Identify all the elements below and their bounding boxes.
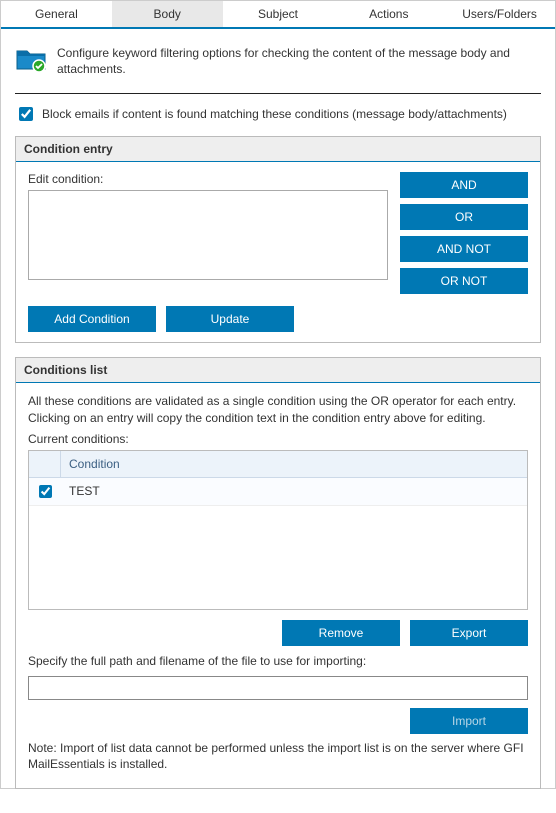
row-checkbox[interactable] xyxy=(39,485,52,498)
tab-general[interactable]: General xyxy=(1,1,112,27)
conditions-table: Condition TEST xyxy=(28,450,528,610)
import-note: Note: Import of list data cannot be perf… xyxy=(28,740,528,772)
block-emails-checkbox[interactable] xyxy=(19,107,33,121)
intro-text: Configure keyword filtering options for … xyxy=(57,45,541,77)
tab-bar: General Body Subject Actions Users/Folde… xyxy=(1,1,555,29)
conditions-list-panel: Conditions list All these conditions are… xyxy=(15,357,541,789)
import-path-input[interactable] xyxy=(28,676,528,700)
update-button[interactable]: Update xyxy=(166,306,294,332)
remove-button[interactable]: Remove xyxy=(282,620,400,646)
tab-users-folders[interactable]: Users/Folders xyxy=(444,1,555,27)
import-path-label: Specify the full path and filename of th… xyxy=(28,654,528,668)
tab-subject[interactable]: Subject xyxy=(223,1,334,27)
condition-textarea[interactable] xyxy=(28,190,388,280)
condition-entry-header: Condition entry xyxy=(16,137,540,162)
col-condition-header: Condition xyxy=(61,451,527,477)
folder-check-icon xyxy=(15,45,47,73)
col-checkbox xyxy=(29,451,61,477)
conditions-list-desc: All these conditions are validated as a … xyxy=(28,393,528,425)
export-button[interactable]: Export xyxy=(410,620,528,646)
or-button[interactable]: OR xyxy=(400,204,528,230)
table-row[interactable]: TEST xyxy=(29,478,527,506)
separator xyxy=(15,93,541,94)
add-condition-button[interactable]: Add Condition xyxy=(28,306,156,332)
conditions-list-header: Conditions list xyxy=(16,358,540,383)
row-condition-text: TEST xyxy=(61,479,527,503)
current-conditions-label: Current conditions: xyxy=(28,432,528,446)
condition-entry-panel: Condition entry Edit condition: AND OR A… xyxy=(15,136,541,343)
tab-actions[interactable]: Actions xyxy=(333,1,444,27)
and-button[interactable]: AND xyxy=(400,172,528,198)
and-not-button[interactable]: AND NOT xyxy=(400,236,528,262)
or-not-button[interactable]: OR NOT xyxy=(400,268,528,294)
import-button[interactable]: Import xyxy=(410,708,528,734)
block-emails-label: Block emails if content is found matchin… xyxy=(42,107,507,121)
tab-body[interactable]: Body xyxy=(112,1,223,27)
